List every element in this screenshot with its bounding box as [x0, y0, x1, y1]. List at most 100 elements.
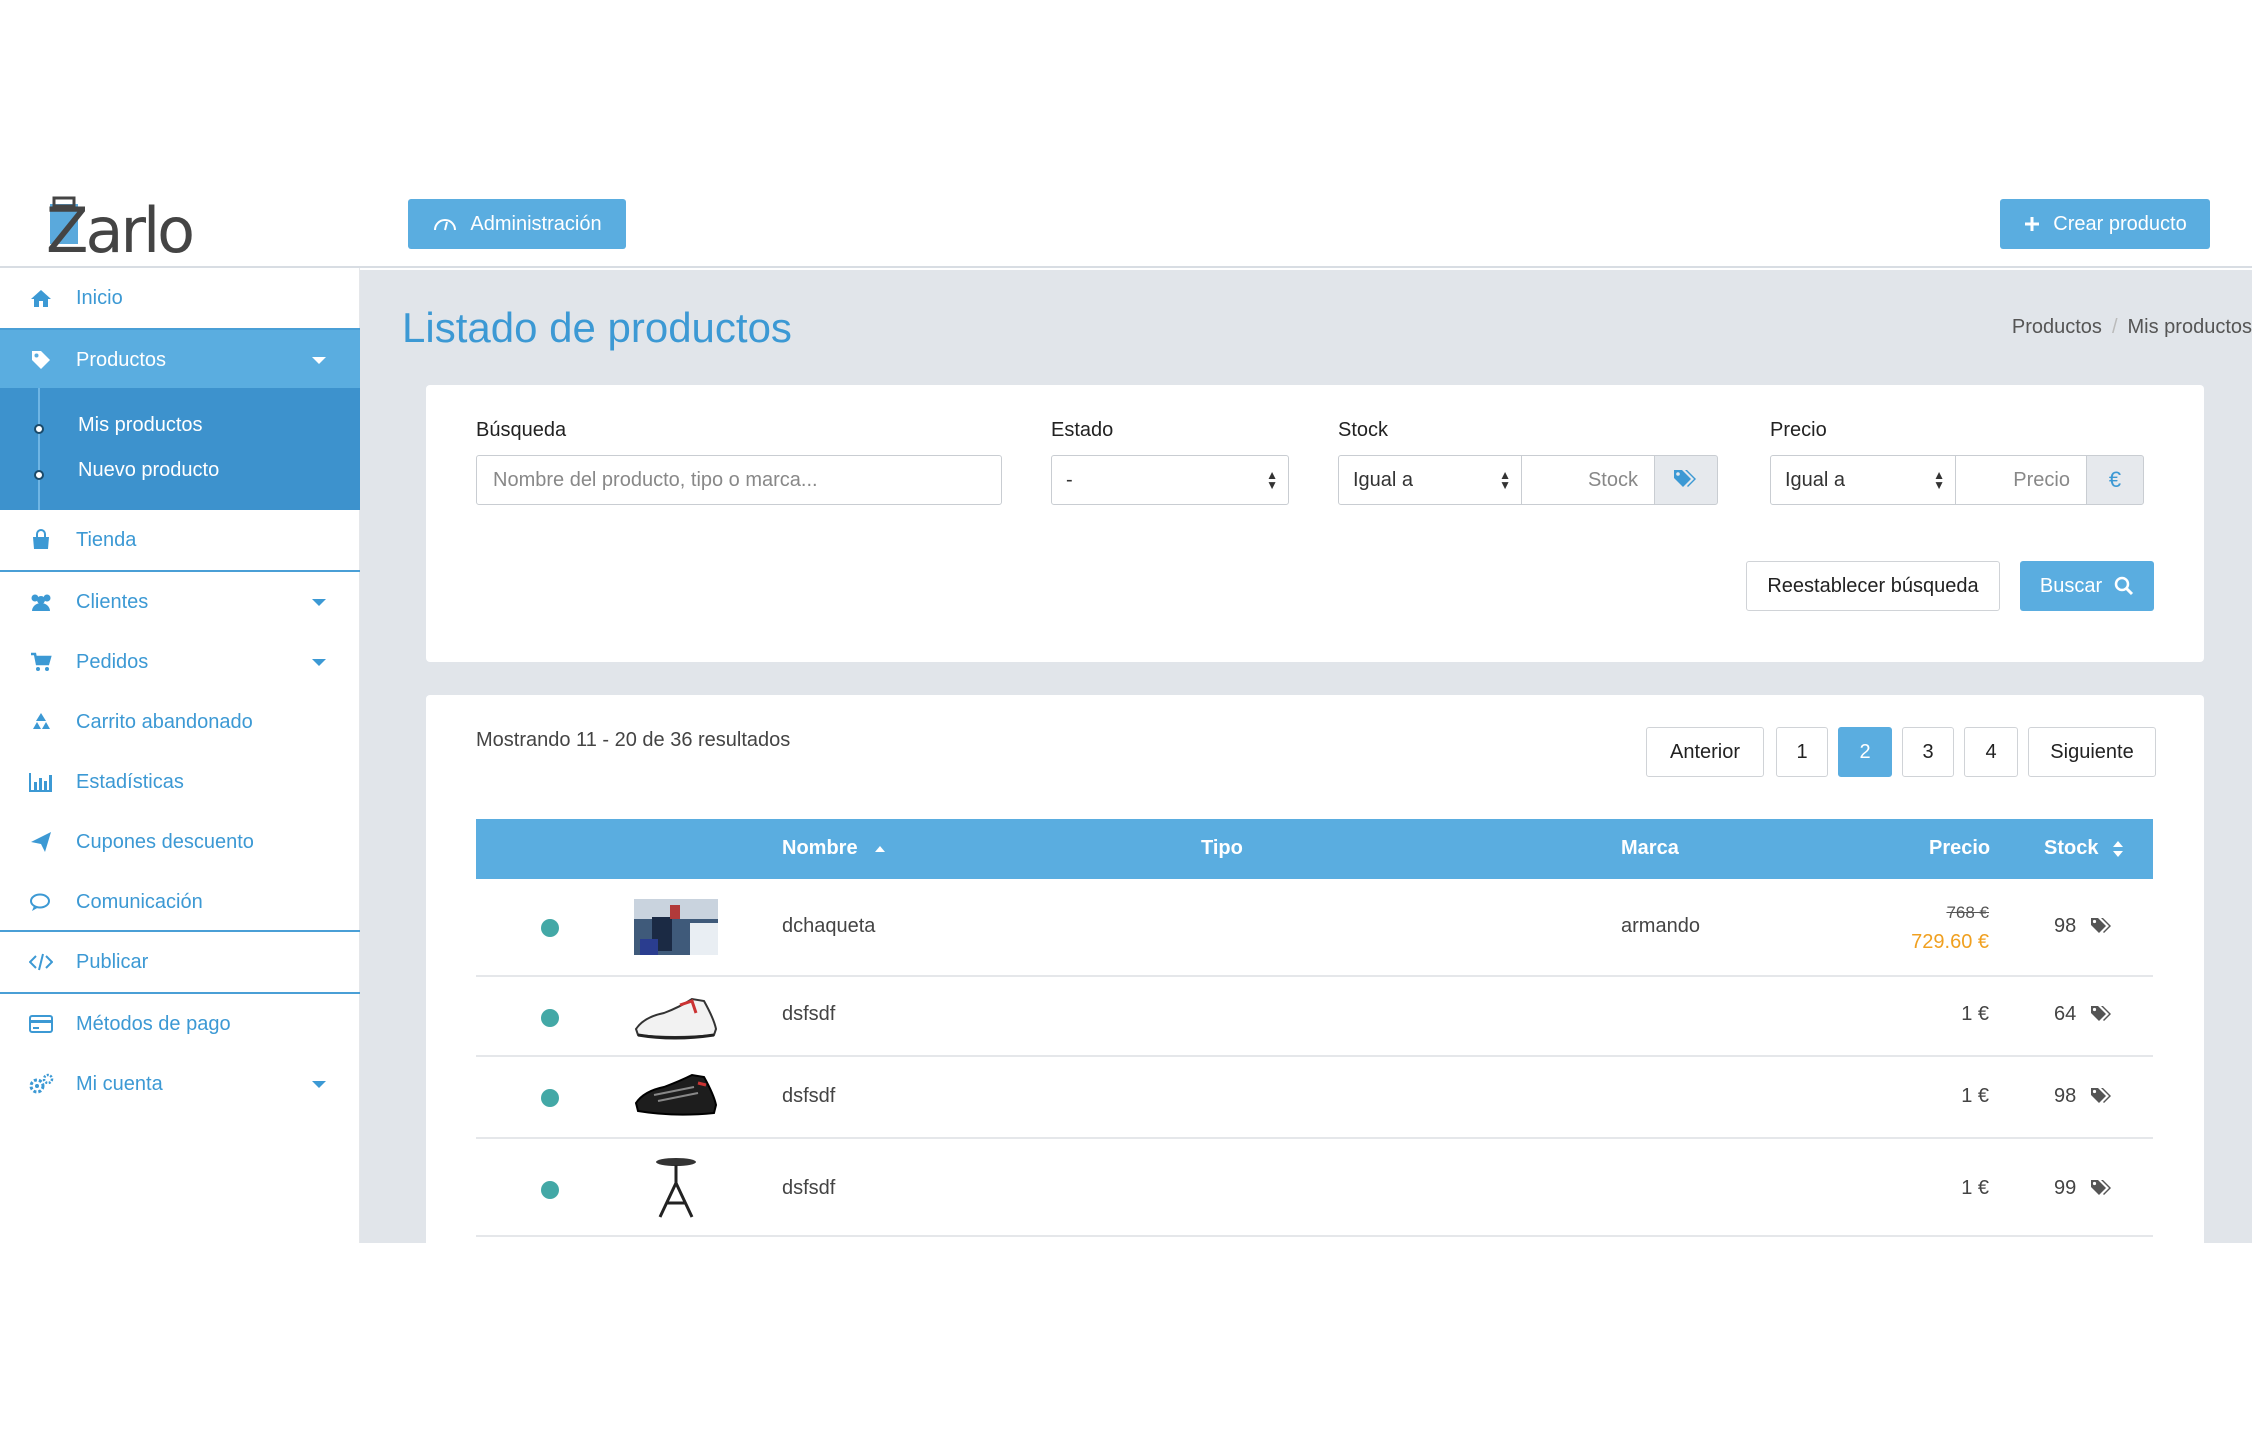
tags-icon [2090, 917, 2111, 933]
select-arrows-icon: ▲ ▼ [1499, 468, 1511, 492]
sidebar-item-label: Tienda [76, 528, 137, 551]
table-row[interactable]: dchaqueta armando 768 € 729.60 € 98 [476, 881, 2153, 977]
results-summary: Mostrando 11 - 20 de 36 resultados [476, 729, 791, 751]
table-header: Nombre Tipo Marca Precio Stock [476, 819, 2153, 879]
column-tipo[interactable]: Tipo [1201, 837, 1243, 860]
pagination-page-1[interactable]: 1 [1776, 727, 1828, 777]
logo-mark: Zarlo [46, 194, 195, 267]
breadcrumb-productos[interactable]: Productos [2012, 316, 2102, 338]
stock-value: 98 [2054, 915, 2077, 937]
product-brand: armando [1621, 915, 1700, 937]
credit-card-icon [28, 1011, 54, 1037]
bar-chart-icon [28, 769, 54, 795]
search-input[interactable]: Nombre del producto, tipo o marca... [476, 455, 1002, 505]
product-price: 1 € [1961, 1177, 1989, 1199]
sidebar-item-inicio[interactable]: Inicio [0, 268, 360, 328]
column-nombre[interactable]: Nombre [782, 837, 887, 860]
administracion-label: Administración [470, 212, 602, 235]
stock-value: 98 [2054, 1085, 2077, 1107]
product-stock: 98 [2054, 915, 2114, 938]
code-icon [28, 949, 54, 975]
precio-operator-select[interactable]: Igual a ▲ ▼ [1770, 455, 1956, 505]
breadcrumb-mis-productos: Mis productos [2127, 316, 2252, 338]
product-name[interactable]: dsfsdf [782, 1085, 835, 1108]
column-precio[interactable]: Precio [1929, 837, 1990, 860]
tags-icon [2090, 1179, 2111, 1195]
chevron-down-icon [312, 658, 326, 666]
table-row[interactable]: dsfsdf 1 € 64 [476, 979, 2153, 1057]
sidebar-item-pedidos[interactable]: Pedidos [0, 632, 360, 692]
sidebar-item-label: Carrito abandonado [76, 710, 253, 733]
sidebar-item-metodos-de-pago[interactable]: Métodos de pago [0, 994, 360, 1054]
sidebar-item-productos[interactable]: Productos [0, 330, 360, 390]
submenu-line [38, 388, 40, 510]
select-arrows-icon: ▲ ▼ [1933, 468, 1945, 492]
sidebar-item-carrito-abandonado[interactable]: Carrito abandonado [0, 692, 360, 752]
dashboard-icon [434, 219, 457, 231]
stock-operator-value: Igual a [1353, 468, 1414, 491]
product-thumbnail [634, 899, 718, 955]
sidebar-item-comunicacion[interactable]: Comunicación [0, 872, 360, 932]
estado-select[interactable]: - ▲ ▼ [1051, 455, 1289, 505]
sidebar-item-tienda[interactable]: Tienda [0, 510, 360, 570]
pagination-next[interactable]: Siguiente [2028, 727, 2156, 777]
sort-icon [2113, 840, 2124, 857]
sidebar-item-mi-cuenta[interactable]: Mi cuenta [0, 1054, 360, 1114]
stock-input[interactable]: Stock [1521, 455, 1655, 505]
column-marca[interactable]: Marca [1621, 837, 1679, 860]
submenu-item-nuevo-producto[interactable]: Nuevo producto [78, 459, 219, 482]
product-thumbnail [634, 997, 718, 1040]
chat-icon [28, 889, 54, 915]
stock-operator-select[interactable]: Igual a ▲ ▼ [1338, 455, 1522, 505]
plus-icon [2025, 217, 2040, 231]
chevron-down-icon [312, 356, 326, 364]
sidebar-item-label: Métodos de pago [76, 1012, 231, 1035]
product-name[interactable]: dsfsdf [782, 1177, 835, 1200]
precio-operator-value: Igual a [1785, 468, 1846, 491]
status-dot [541, 1089, 559, 1107]
table-row[interactable]: dsfsdf 1 € 99 [476, 1141, 2153, 1237]
sidebar-item-publicar[interactable]: Publicar [0, 932, 360, 992]
sidebar-item-cupones-descuento[interactable]: Cupones descuento [0, 812, 360, 872]
product-name[interactable]: dsfsdf [782, 1003, 835, 1026]
product-stock: 98 [2054, 1085, 2114, 1108]
pagination-page-4[interactable]: 4 [1964, 727, 2018, 777]
chevron-down-icon [312, 598, 326, 606]
gears-icon [28, 1071, 54, 1097]
column-stock-label: Stock [2044, 837, 2099, 859]
zarlo-logo[interactable]: Zarlo [46, 194, 216, 267]
app-root: Zarlo Administración Crear producto Inic… [0, 0, 2252, 1434]
column-stock[interactable]: Stock [2044, 837, 2124, 860]
product-stock: 99 [2054, 1177, 2114, 1200]
home-icon [28, 285, 54, 311]
product-stock: 64 [2054, 1003, 2114, 1026]
sidebar-item-clientes[interactable]: Clientes [0, 572, 360, 632]
sidebar-item-label: Clientes [76, 590, 149, 613]
submenu-item-mis-productos[interactable]: Mis productos [78, 414, 203, 437]
buscar-button[interactable]: Buscar [2020, 561, 2154, 611]
productos-submenu: Mis productos Nuevo producto [0, 388, 360, 510]
stock-label: Stock [1338, 419, 1389, 441]
pagination-page-2[interactable]: 2 [1838, 727, 1892, 777]
pagination-prev[interactable]: Anterior [1646, 727, 1764, 777]
tags-icon [2090, 1087, 2111, 1103]
sidebar-item-estadisticas[interactable]: Estadísticas [0, 752, 360, 812]
cart-icon [28, 649, 54, 675]
tag-icon [28, 347, 54, 373]
reset-search-button[interactable]: Reestablecer búsqueda [1746, 561, 2000, 611]
estado-value: - [1066, 468, 1073, 491]
pagination-page-3[interactable]: 3 [1902, 727, 1954, 777]
sidebar-item-label: Pedidos [76, 650, 149, 673]
estado-label: Estado [1051, 419, 1114, 441]
precio-input[interactable]: Precio [1955, 455, 2087, 505]
sidebar: Inicio Productos Mis productos Nuevo pro… [0, 268, 360, 1243]
stock-value: 99 [2054, 1177, 2077, 1199]
product-name[interactable]: dchaqueta [782, 915, 875, 938]
sort-asc-icon [875, 846, 886, 852]
stock-value: 64 [2054, 1003, 2077, 1025]
status-dot [541, 919, 559, 937]
sidebar-item-label: Publicar [76, 950, 149, 973]
administracion-button[interactable]: Administración [408, 199, 626, 249]
table-row[interactable]: dsfsdf 1 € 98 [476, 1059, 2153, 1139]
crear-producto-button[interactable]: Crear producto [2000, 199, 2210, 249]
